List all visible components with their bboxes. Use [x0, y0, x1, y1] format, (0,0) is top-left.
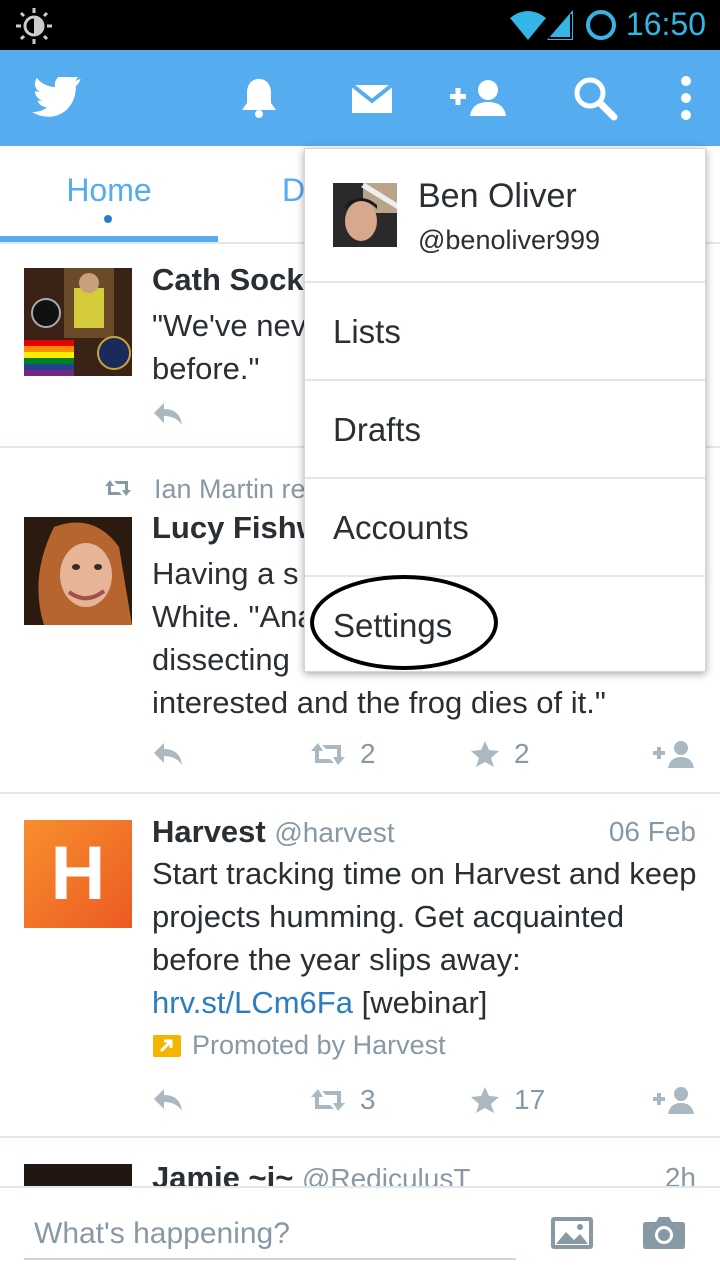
action-bar [0, 50, 720, 146]
avatar[interactable] [24, 268, 132, 376]
compose-bar: What's happening? [0, 1186, 720, 1282]
avatar-letter: H [50, 831, 106, 916]
author-name-text: Harvest [152, 814, 266, 849]
menu-profile[interactable]: Ben Oliver @benoliver999 [305, 149, 705, 283]
status-bar: 16:50 [0, 0, 720, 50]
tweet-item[interactable]: H Harvest @harvest 06 Feb Start tracking… [0, 794, 720, 1138]
overflow-menu-icon[interactable] [676, 50, 696, 146]
tweet-link-suffix: [webinar] [352, 985, 488, 1020]
avatar[interactable] [24, 517, 132, 625]
add-user-icon[interactable] [448, 50, 510, 146]
messages-envelope-icon[interactable] [350, 50, 394, 146]
menu-item-label: Drafts [333, 411, 422, 448]
profile-name: Ben Oliver [418, 177, 577, 215]
promoted-label[interactable]: Promoted by Harvest [152, 1030, 446, 1061]
menu-item-drafts[interactable]: Drafts [305, 381, 705, 479]
tab-home[interactable]: Home [0, 146, 218, 242]
tweet-text: Start tracking time on Harvest and keep … [152, 852, 697, 1024]
tweet-item[interactable]: Jamie ~i~ @RediculusT 2h [0, 1138, 720, 1186]
menu-item-lists[interactable]: Lists [305, 283, 705, 381]
author-handle: @RediculusT [301, 1163, 471, 1186]
retweet-icon [311, 743, 345, 765]
tweet-timestamp: 2h [664, 1162, 696, 1186]
reply-icon[interactable] [152, 734, 184, 774]
profile-handle: @benoliver999 [418, 225, 601, 255]
menu-item-accounts[interactable]: Accounts [305, 479, 705, 577]
tab-home-label: Home [66, 172, 152, 208]
favorite-button[interactable]: 17 [470, 1080, 545, 1120]
retweet-count: 3 [360, 1084, 376, 1115]
promoted-arrow-icon [153, 1034, 181, 1057]
favorite-button[interactable]: 2 [470, 734, 530, 774]
retweeted-by: Ian Martin re [104, 474, 306, 505]
favorite-count: 17 [514, 1084, 546, 1115]
star-icon [471, 1087, 499, 1113]
retweet-count: 2 [360, 738, 376, 769]
unread-dot [104, 215, 112, 223]
tab-second[interactable]: D [282, 172, 305, 209]
tweet-author-name[interactable]: Harvest @harvest [152, 814, 395, 850]
author-name-text: Jamie ~i~ [152, 1160, 294, 1186]
tweet-author-name[interactable]: Lucy Fishw [152, 510, 321, 546]
tweet-actions: 2 2 [152, 734, 697, 774]
twitter-logo-icon[interactable] [30, 50, 84, 146]
camera-icon[interactable] [642, 1214, 686, 1255]
profile-avatar [333, 183, 397, 247]
tweet-text-line: interested and the frog dies of it." [152, 685, 606, 720]
retweet-icon [311, 1089, 345, 1111]
tweet-timestamp: 06 Feb [608, 816, 696, 847]
wifi-icon [508, 8, 548, 47]
tweet-body: Start tracking time on Harvest and keep … [152, 856, 697, 977]
follow-icon[interactable] [652, 734, 696, 774]
search-icon[interactable] [572, 50, 618, 146]
tweet-link[interactable]: hrv.st/LCm6Fa [152, 985, 353, 1020]
retweet-button[interactable]: 2 [310, 734, 376, 774]
retweet-small-icon [104, 474, 132, 505]
avatar[interactable]: H [24, 820, 132, 928]
tweet-author-name[interactable]: Cath Sockl [152, 262, 312, 298]
retweet-button[interactable]: 3 [310, 1080, 376, 1120]
annotation-circle [310, 575, 498, 670]
promoted-text: Promoted by Harvest [192, 1030, 446, 1060]
follow-icon[interactable] [652, 1080, 696, 1120]
notifications-bell-icon[interactable] [238, 50, 280, 146]
reply-icon[interactable] [152, 1080, 184, 1120]
tweet-author-name[interactable]: Jamie ~i~ @RediculusT [152, 1160, 470, 1186]
brightness-icon [14, 6, 54, 51]
retweeted-by-text: Ian Martin re [154, 474, 306, 504]
signal-icon [545, 8, 575, 47]
reply-icon[interactable] [152, 394, 184, 434]
menu-item-label: Lists [333, 313, 401, 350]
favorite-count: 2 [514, 738, 530, 769]
tweet-actions: 3 17 [152, 1080, 697, 1120]
author-handle: @harvest [274, 817, 395, 848]
compose-input[interactable]: What's happening? [24, 1208, 516, 1260]
avatar[interactable] [24, 1164, 132, 1186]
sync-icon [584, 8, 618, 47]
photo-gallery-icon[interactable] [550, 1216, 594, 1255]
star-icon [471, 741, 499, 767]
status-time: 16:50 [625, 6, 706, 42]
menu-item-label: Accounts [333, 509, 469, 546]
